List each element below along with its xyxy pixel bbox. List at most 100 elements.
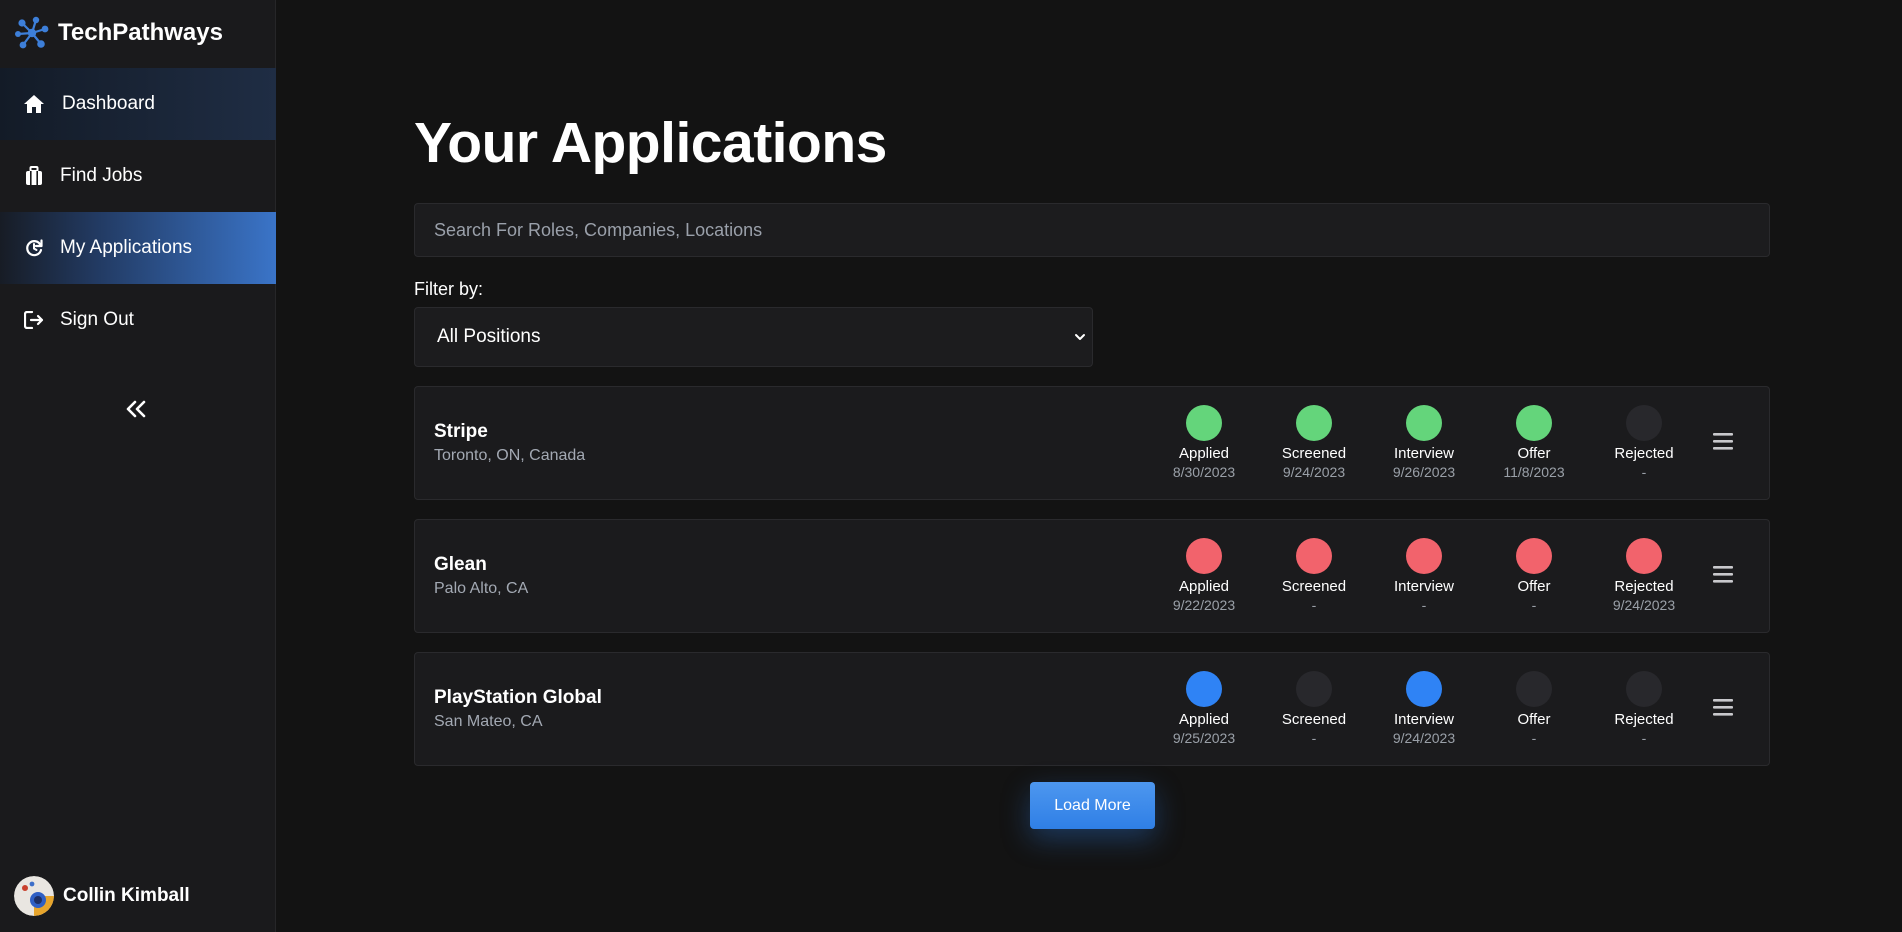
hamburger-menu-icon[interactable] <box>1711 562 1735 586</box>
page-title: Your Applications <box>414 111 887 175</box>
stage-applied: Applied 8/30/2023 <box>1154 405 1254 481</box>
stage-status-indicator <box>1296 405 1332 441</box>
stage-status-indicator <box>1516 538 1552 574</box>
stage-name: Rejected <box>1614 711 1674 728</box>
position-filter-select[interactable]: All Positions <box>414 307 1093 367</box>
briefcase-icon <box>22 164 46 188</box>
search-input[interactable] <box>414 203 1770 257</box>
stage-screened: Screened - <box>1264 538 1364 614</box>
stage-name: Interview <box>1393 578 1455 595</box>
stage-name: Rejected <box>1614 578 1674 595</box>
stage-offer: Offer - <box>1484 671 1584 747</box>
stage-rejected: Rejected - <box>1594 405 1694 481</box>
stage-date: 9/24/2023 <box>1282 464 1346 480</box>
filter-selected-value: All Positions <box>437 326 541 347</box>
stage-date: - <box>1641 464 1647 480</box>
stage-status-indicator <box>1186 671 1222 707</box>
hamburger-menu-icon[interactable] <box>1711 695 1735 719</box>
stage-interview: Interview 9/26/2023 <box>1374 405 1474 481</box>
stage-status-indicator <box>1186 405 1222 441</box>
sign-out-icon <box>22 308 46 332</box>
hamburger-menu-icon[interactable] <box>1711 429 1735 453</box>
stage-date: 9/22/2023 <box>1172 597 1236 613</box>
sidebar: TechPathways Dashboard Find Jobs My Appl… <box>0 0 276 932</box>
application-card[interactable]: PlayStation Global San Mateo, CA Applied 9/… <box>414 652 1770 766</box>
stage-name: Offer <box>1517 711 1551 728</box>
sidebar-item-label: My Applications <box>60 237 193 258</box>
stage-date: 9/24/2023 <box>1612 597 1676 613</box>
user-profile[interactable]: Collin Kimball <box>14 876 190 916</box>
stage-name: Screened <box>1281 578 1347 595</box>
stage-offer: Offer - <box>1484 538 1584 614</box>
company-name: Glean <box>434 554 487 575</box>
company-name: PlayStation Global <box>434 687 602 708</box>
stage-rejected: Rejected - <box>1594 671 1694 747</box>
application-card[interactable]: Stripe Toronto, ON, Canada Applied 8/30/202… <box>414 386 1770 500</box>
stage-date: - <box>1311 597 1317 613</box>
stage-status-indicator <box>1406 405 1442 441</box>
stage-name: Interview <box>1393 445 1455 462</box>
load-more-button[interactable]: Load More <box>1030 782 1155 829</box>
app-window: TechPathways Dashboard Find Jobs My Appl… <box>0 0 1902 932</box>
stage-status-indicator <box>1296 671 1332 707</box>
stage-name: Offer <box>1517 578 1551 595</box>
stage-status-indicator <box>1406 671 1442 707</box>
sidebar-item-label: Dashboard <box>62 93 155 114</box>
stage-status-indicator <box>1516 405 1552 441</box>
stage-status-indicator <box>1626 671 1662 707</box>
stage-screened: Screened 9/24/2023 <box>1264 405 1364 481</box>
stage-rejected: Rejected 9/24/2023 <box>1594 538 1694 614</box>
stage-name: Interview <box>1393 711 1455 728</box>
stage-date: - <box>1531 597 1537 613</box>
stage-status-indicator <box>1186 538 1222 574</box>
stage-date: 8/30/2023 <box>1172 464 1236 480</box>
stage-interview: Interview 9/24/2023 <box>1374 671 1474 747</box>
sidebar-item-label: Sign Out <box>60 309 134 330</box>
stage-applied: Applied 9/22/2023 <box>1154 538 1254 614</box>
sidebar-item-label: Find Jobs <box>60 165 143 186</box>
home-icon <box>22 92 46 116</box>
company-location: Toronto, ON, Canada <box>434 447 586 464</box>
stage-date: - <box>1641 730 1647 746</box>
double-chevron-left-icon <box>126 400 146 418</box>
stage-status-indicator <box>1516 671 1552 707</box>
stage-status-indicator <box>1626 538 1662 574</box>
stage-date: - <box>1531 730 1537 746</box>
brand[interactable]: TechPathways <box>14 14 223 52</box>
stage-date: 11/8/2023 <box>1503 464 1565 480</box>
company-location: Palo Alto, CA <box>434 580 529 597</box>
stage-interview: Interview - <box>1374 538 1474 614</box>
stage-status-indicator <box>1626 405 1662 441</box>
user-name: Collin Kimball <box>63 885 190 906</box>
application-card[interactable]: Glean Palo Alto, CA Applied 9/22/2023 Screen… <box>414 519 1770 633</box>
chevron-down-icon <box>1075 334 1085 340</box>
sidebar-item-my-applications[interactable]: My Applications <box>0 212 276 284</box>
stage-date: - <box>1421 597 1427 613</box>
company-name: Stripe <box>434 421 488 442</box>
stage-status-indicator <box>1296 538 1332 574</box>
avatar <box>14 876 54 916</box>
stage-applied: Applied 9/25/2023 <box>1154 671 1254 747</box>
refresh-icon <box>22 236 46 260</box>
stage-status-indicator <box>1406 538 1442 574</box>
filter-label: Filter by: <box>414 279 484 299</box>
stage-date: 9/25/2023 <box>1172 730 1236 746</box>
sidebar-item-find-jobs[interactable]: Find Jobs <box>0 140 276 212</box>
stage-name: Screened <box>1281 445 1347 462</box>
collapse-sidebar-button[interactable] <box>118 394 154 424</box>
brand-logo-icon <box>15 16 49 49</box>
stage-name: Applied <box>1178 445 1230 462</box>
stage-screened: Screened - <box>1264 671 1364 747</box>
stage-offer: Offer 11/8/2023 <box>1484 405 1584 481</box>
stage-date: 9/24/2023 <box>1392 730 1456 746</box>
brand-name: TechPathways <box>58 19 223 46</box>
stage-name: Screened <box>1281 711 1347 728</box>
stage-name: Offer <box>1517 445 1551 462</box>
stage-date: 9/26/2023 <box>1392 464 1456 480</box>
sidebar-item-sign-out[interactable]: Sign Out <box>0 284 276 356</box>
stage-name: Rejected <box>1614 445 1674 462</box>
stage-name: Applied <box>1178 711 1230 728</box>
company-location: San Mateo, CA <box>434 713 543 730</box>
stage-date: - <box>1311 730 1317 746</box>
sidebar-item-dashboard[interactable]: Dashboard <box>0 68 276 140</box>
